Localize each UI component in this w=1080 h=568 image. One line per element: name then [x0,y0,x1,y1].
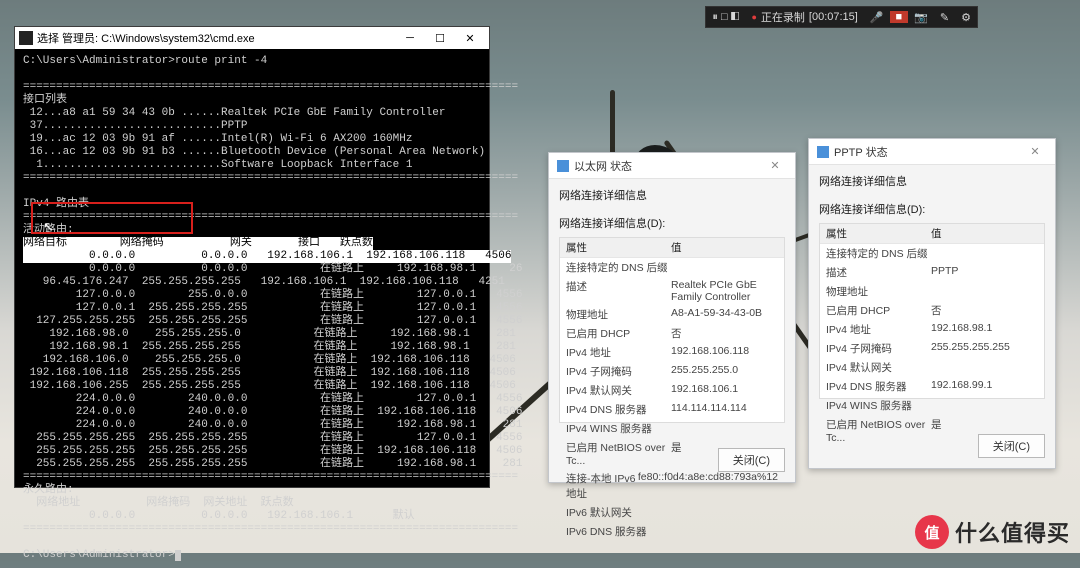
maximize-button[interactable]: ☐ [425,32,455,45]
cmd-column-header-selected: 网络目标 网络掩码 网关 接口 跃点数 [23,237,373,250]
smzdm-watermark: 值 什么值得买 [915,515,1070,549]
settings-icon[interactable]: ⚙ [955,11,977,24]
recording-timer: [00:07:15] [809,11,858,23]
dialog-titlebar[interactable]: PPTP 状态 ✕ [809,139,1055,165]
list-item: 描述Realtek PCIe GbE Family Controller [560,277,784,305]
list-item: IPv4 默认网关 [820,358,1044,377]
network-icon [817,146,829,158]
screen-recorder-toolbar: ⏸ □ ◧ ● 正在录制 [00:07:15] 🎤 ■ 📷 ✎ ⚙ [705,6,978,28]
list-item: IPv4 子网掩码255.255.255.0 [560,362,784,381]
cmd-window: 选择 管理员: C:\Windows\system32\cmd.exe ─ ☐ … [14,26,490,488]
list-item: IPv4 默认网关192.168.106.1 [560,381,784,400]
list-item: 连接-本地 IPv6 地址fe80::f0d4:a8e:cd88:793a%12 [560,469,784,503]
list-item: IPv4 地址192.168.106.118 [560,343,784,362]
pptp-status-dialog: PPTP 状态 ✕ 网络连接详细信息 网络连接详细信息(D): 属性值 连接特定… [808,138,1056,469]
dialog-subtitle: 网络连接详细信息 [809,165,1055,195]
ethernet-status-dialog: 以太网 状态 ✕ 网络连接详细信息 网络连接详细信息(D): 属性值 连接特定的… [548,152,796,483]
close-button[interactable]: ✕ [763,159,787,172]
list-header: 属性值 [560,238,784,258]
list-item: IPv6 DNS 服务器 [560,522,784,541]
list-item: 连接特定的 DNS 后缀 [820,244,1044,263]
recording-status: ● 正在录制 [00:07:15] [745,9,863,25]
list-item: IPv4 WINS 服务器 [560,419,784,438]
mic-toggle-icon[interactable]: 🎤 [864,11,890,24]
screenshot-icon[interactable]: 📷 [908,11,934,24]
list-header: 属性值 [820,224,1044,244]
network-details-list[interactable]: 属性值 连接特定的 DNS 后缀 描述Realtek PCIe GbE Fami… [559,237,785,423]
annotate-icon[interactable]: ✎ [934,11,955,24]
list-item: 物理地址A8-A1-59-34-43-0B [560,305,784,324]
minimize-button[interactable]: ─ [395,32,425,44]
cmd-app-icon [19,31,33,45]
list-item: 描述PPTP [820,263,1044,282]
cmd-title: 选择 管理员: C:\Windows\system32\cmd.exe [37,30,255,46]
cmd-titlebar[interactable]: 选择 管理员: C:\Windows\system32\cmd.exe ─ ☐ … [15,27,489,49]
record-dot-icon: ● [751,12,756,22]
cmd-output[interactable]: C:\Users\Administrator>route print -4 ==… [15,49,489,568]
dialog-subtitle: 网络连接详细信息 [549,179,795,209]
close-button[interactable]: 关闭(C) [978,434,1045,458]
list-item: 已启用 DHCP否 [560,324,784,343]
stop-record-button[interactable]: ■ [890,11,909,23]
cmd-caret [175,550,181,561]
list-item: IPv4 地址192.168.98.1 [820,320,1044,339]
recorder-segment-controls[interactable]: ⏸ □ ◧ [706,11,745,24]
list-item: IPv4 子网掩码255.255.255.255 [820,339,1044,358]
list-item: IPv6 默认网关 [560,503,784,522]
network-details-list[interactable]: 属性值 连接特定的 DNS 后缀 描述PPTP 物理地址 已启用 DHCP否 I… [819,223,1045,399]
dialog-titlebar[interactable]: 以太网 状态 ✕ [549,153,795,179]
list-item: 连接特定的 DNS 后缀 [560,258,784,277]
recording-label: 正在录制 [761,9,805,25]
close-button[interactable]: ✕ [455,32,485,45]
close-button[interactable]: ✕ [1023,145,1047,158]
list-item: IPv4 WINS 服务器 [820,396,1044,415]
cmd-route-row-selected: 0.0.0.0 0.0.0.0 192.168.106.1 192.168.10… [23,250,511,263]
dialog-section-head: 网络连接详细信息(D): [549,209,795,235]
dialog-section-head: 网络连接详细信息(D): [809,195,1055,221]
list-item: 已启用 DHCP否 [820,301,1044,320]
close-button[interactable]: 关闭(C) [718,448,785,472]
list-item: IPv4 DNS 服务器192.168.99.1 [820,377,1044,396]
list-item: IPv4 DNS 服务器114.114.114.114 [560,400,784,419]
dialog-title: 以太网 状态 [574,158,632,174]
dialog-title: PPTP 状态 [834,144,888,160]
network-icon [557,160,569,172]
smzdm-badge-icon: 值 [915,515,949,549]
smzdm-text: 什么值得买 [955,516,1070,548]
list-item: 物理地址 [820,282,1044,301]
